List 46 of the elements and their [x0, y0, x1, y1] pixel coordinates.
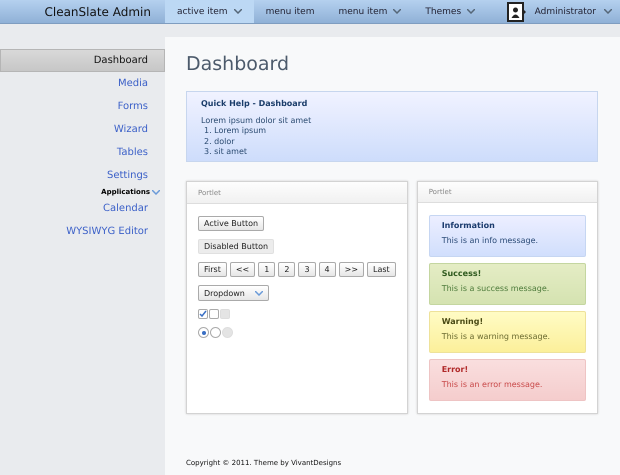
pager-button[interactable]: >>	[338, 262, 364, 277]
sidebar-item[interactable]: WYSIWYG Editor	[0, 220, 165, 243]
message-title: Information	[442, 221, 496, 230]
nav-tab[interactable]: active item	[165, 0, 254, 23]
message-title: Warning!	[442, 317, 484, 326]
radio-button[interactable]	[198, 327, 209, 338]
help-list-item: 1. Lorem ipsum	[203, 126, 268, 136]
sidebar-item[interactable]: Settings	[0, 164, 165, 187]
pager-button[interactable]: <<	[230, 262, 256, 277]
help-text: Lorem ipsum dolor sit amet	[201, 116, 312, 126]
pager-button[interactable]: 2	[278, 262, 296, 277]
checkbox[interactable]	[209, 309, 219, 319]
nav-tab[interactable]: menu item	[326, 0, 414, 23]
sidebar-item[interactable]: Wizard	[0, 118, 165, 141]
demo-button[interactable]: Active Button	[198, 216, 264, 231]
user-name[interactable]: Administrator	[534, 6, 596, 16]
message-text: This is a warning message.	[442, 332, 552, 341]
caret-icon	[152, 190, 160, 194]
message-title: Error!	[442, 365, 470, 374]
sidebar-item[interactable]: Dashboard	[0, 49, 165, 72]
nav-tab[interactable]: menu item	[254, 0, 326, 23]
message-text: This is an error message.	[442, 380, 544, 389]
sidebar-item[interactable]: Tables	[0, 141, 165, 164]
sidebar-item[interactable]: Calendar	[0, 197, 165, 220]
caret-icon	[254, 290, 263, 296]
page-title: Dashboard	[186, 52, 290, 77]
help-title: Quick Help - Dashboard	[201, 99, 308, 110]
pager-button[interactable]: 1	[258, 262, 276, 277]
user-avatar-icon[interactable]	[506, 2, 527, 22]
help-list-item: 3. sit amet	[203, 147, 248, 158]
message-text: This is a success message.	[442, 284, 550, 293]
dropdown[interactable]: Dropdown	[198, 285, 269, 301]
help-list-item: 2. dolor	[203, 136, 236, 147]
pager-button[interactable]: 4	[318, 262, 336, 277]
message-title: Success!	[442, 269, 482, 278]
pager-button[interactable]: Last	[367, 262, 396, 277]
caret-icon	[604, 9, 612, 14]
message-text: This is an info message.	[442, 236, 540, 245]
nav-tab[interactable]: Themes	[413, 0, 488, 23]
app-title: CleanSlate Admin	[43, 4, 152, 20]
checkbox[interactable]	[198, 309, 208, 319]
sidebar-item[interactable]: Media	[0, 72, 165, 95]
sidebar-item[interactable]: Forms	[0, 95, 165, 118]
pager-button[interactable]: First	[198, 262, 227, 277]
radio-button[interactable]	[210, 327, 221, 338]
pager-button[interactable]: 3	[298, 262, 316, 277]
